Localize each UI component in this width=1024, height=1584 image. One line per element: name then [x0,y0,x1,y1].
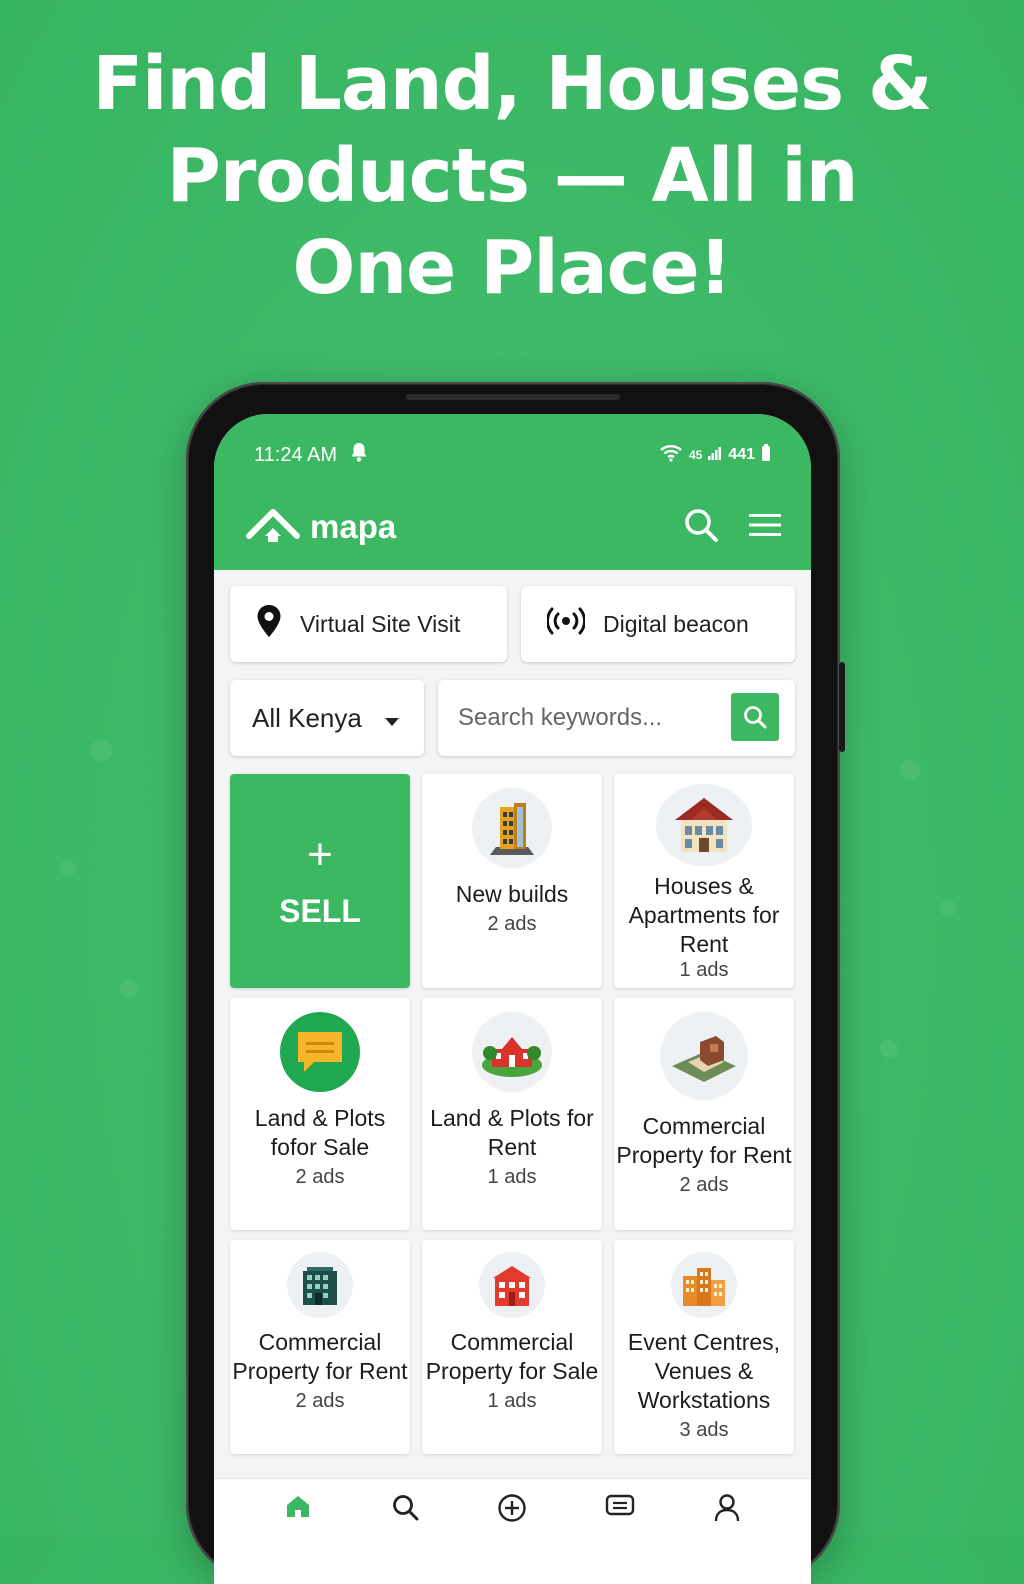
category-title: Land & Plots for Rent [430,1105,594,1160]
battery-level: 441 [728,446,755,463]
bg-dot [900,760,920,780]
category-tile-new-builds[interactable]: New builds 2 ads [422,774,602,988]
virtual-site-visit-label: Virtual Site Visit [300,610,461,637]
chat-icon [280,1012,360,1092]
office-icon [287,1252,353,1318]
nav-search[interactable] [360,1479,450,1584]
land-icon [472,1012,552,1092]
headline-line-3: One Place! [292,225,733,311]
search-icon[interactable] [683,507,719,548]
category-tile-houses-apartments-rent[interactable]: Houses & Apartments for Rent 1 ads [614,774,794,988]
chevron-down-icon [384,703,400,734]
category-title: New builds [455,881,569,907]
add-icon [497,1493,527,1528]
quick-actions-row: Virtual Site Visit Digital beacon [230,586,795,662]
search-icon [744,706,767,729]
building-icon [472,788,552,868]
status-bar: 11:24 AM 45 441 [254,440,771,470]
beacon-icon [521,606,603,642]
category-count: 2 ads [295,1390,345,1412]
location-select-value: All Kenya [252,702,362,733]
headline-line-1: Find Land, Houses & [92,41,933,127]
network-type: 45 [688,448,703,462]
category-count: 3 ads [679,1419,729,1441]
venue-icon [671,1252,737,1318]
location-pin-icon [230,604,300,644]
bg-dot [60,860,76,876]
home-icon [284,1493,312,1524]
category-title: Commercial Property for Rent [232,1329,408,1384]
headline-line-2: Products — All in [166,133,859,219]
category-title: Event Centres, Venues & Workstations [627,1329,781,1413]
category-count: 2 ads [295,1166,345,1188]
filter-row: All Kenya [230,680,795,756]
category-title: Houses & Apartments for Rent [628,873,780,957]
profile-icon [713,1493,741,1528]
shop-icon [479,1252,545,1318]
virtual-site-visit-button[interactable]: Virtual Site Visit [230,586,507,662]
category-count: 2 ads [487,913,537,935]
mapa-logo-icon[interactable] [246,506,300,549]
digital-beacon-label: Digital beacon [603,610,749,637]
bottom-navigation [214,1478,811,1584]
main-content: Virtual Site Visit Digital beacon All Ke… [214,570,811,1454]
search-input[interactable] [456,703,720,733]
menu-icon[interactable] [749,512,781,543]
phone-side-button [839,662,845,752]
app-logo-text[interactable]: mapa [310,508,396,546]
house-icon [656,784,752,866]
phone-speaker [406,394,620,400]
nav-home[interactable] [253,1479,343,1584]
category-title: Commercial Property for Sale [425,1329,599,1384]
wifi-icon [659,444,683,467]
plus-icon: + [307,829,333,879]
category-title: Land & Plots fofor Sale [254,1105,386,1160]
promo-headline: Find Land, Houses & Products — All in On… [0,38,1024,314]
bg-dot [120,980,138,998]
battery-icon [761,443,771,467]
category-tile-commercial-rent[interactable]: Commercial Property for Rent 2 ads [614,998,794,1230]
location-select[interactable]: All Kenya [230,680,424,756]
search-icon [391,1493,419,1526]
sell-button[interactable]: + SELL [230,774,410,988]
app-header: 11:24 AM 45 441 mapa [214,414,811,570]
category-tile-commercial-property-sale[interactable]: Commercial Property for Sale 1 ads [422,1240,602,1454]
bg-dot [940,900,956,916]
category-count: 1 ads [487,1390,537,1412]
category-count: 2 ads [679,1174,729,1196]
keyword-search-box [438,680,795,756]
toolbar-actions [683,507,781,548]
category-grid: + SELL New builds 2 ads Houses & Apartme… [230,774,795,1454]
phone-frame: 11:24 AM 45 441 mapa Virtual Site Visit … [186,382,845,1584]
sell-label: SELL [279,892,361,929]
category-tile-event-centres[interactable]: Event Centres, Venues & Workstations 3 a… [614,1240,794,1454]
category-tile-commercial-property-rent[interactable]: Commercial Property for Rent 2 ads [230,1240,410,1454]
signal-icon [708,446,722,465]
category-tile-land-plots-sale[interactable]: Land & Plots fofor Sale 2 ads [230,998,410,1230]
category-tile-land-plots-rent[interactable]: Land & Plots for Rent 1 ads [422,998,602,1230]
plot-icon [660,1012,748,1100]
messages-icon [605,1493,635,1526]
category-title: Commercial Property for Rent [616,1113,792,1168]
search-submit-button[interactable] [731,693,779,741]
bg-dot [880,1040,898,1058]
status-right: 45 441 [659,443,771,467]
bell-icon [349,441,369,469]
status-time: 11:24 AM [254,443,338,466]
nav-messages[interactable] [575,1479,665,1584]
category-count: 1 ads [487,1166,537,1188]
nav-post-ad[interactable] [467,1479,557,1584]
digital-beacon-button[interactable]: Digital beacon [521,586,795,662]
app-toolbar: mapa [246,504,781,550]
nav-profile[interactable] [682,1479,772,1584]
category-count: 1 ads [679,959,729,981]
phone-screen: 11:24 AM 45 441 mapa Virtual Site Visit … [214,414,811,1584]
bg-dot [90,740,112,762]
